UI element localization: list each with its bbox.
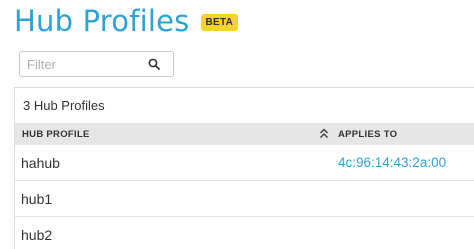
hub-profile-name[interactable]: hahub: [21, 155, 60, 171]
page-title: Hub Profiles: [14, 4, 190, 38]
column-header-applies-to[interactable]: APPLIES TO: [338, 129, 397, 140]
hub-profile-name[interactable]: hub1: [21, 191, 52, 207]
search-icon[interactable]: [148, 58, 160, 70]
hub-profile-name[interactable]: hub2: [21, 227, 52, 243]
table-header: HUB PROFILE APPLIES TO: [15, 123, 474, 145]
sort-ascending-icon[interactable]: [319, 128, 329, 139]
applies-to-link[interactable]: 4c:96:14:43:2a:00: [338, 155, 446, 170]
hub-profiles-page: Hub Profiles BETA 3 Hub Profiles HUB PRO…: [0, 0, 474, 249]
table-row[interactable]: hub1: [15, 181, 474, 217]
profile-count: 3 Hub Profiles: [23, 98, 105, 113]
filter-box: [19, 51, 174, 77]
page-header: Hub Profiles BETA: [14, 1, 239, 41]
filter-input[interactable]: [20, 52, 140, 76]
beta-badge: BETA: [200, 13, 239, 31]
table-row[interactable]: hahub 4c:96:14:43:2a:00: [15, 145, 474, 181]
table-row[interactable]: hub2: [15, 217, 474, 249]
column-header-hub-profile[interactable]: HUB PROFILE: [22, 129, 90, 140]
hub-profiles-table: 3 Hub Profiles HUB PROFILE APPLIES TO ha…: [14, 87, 474, 249]
